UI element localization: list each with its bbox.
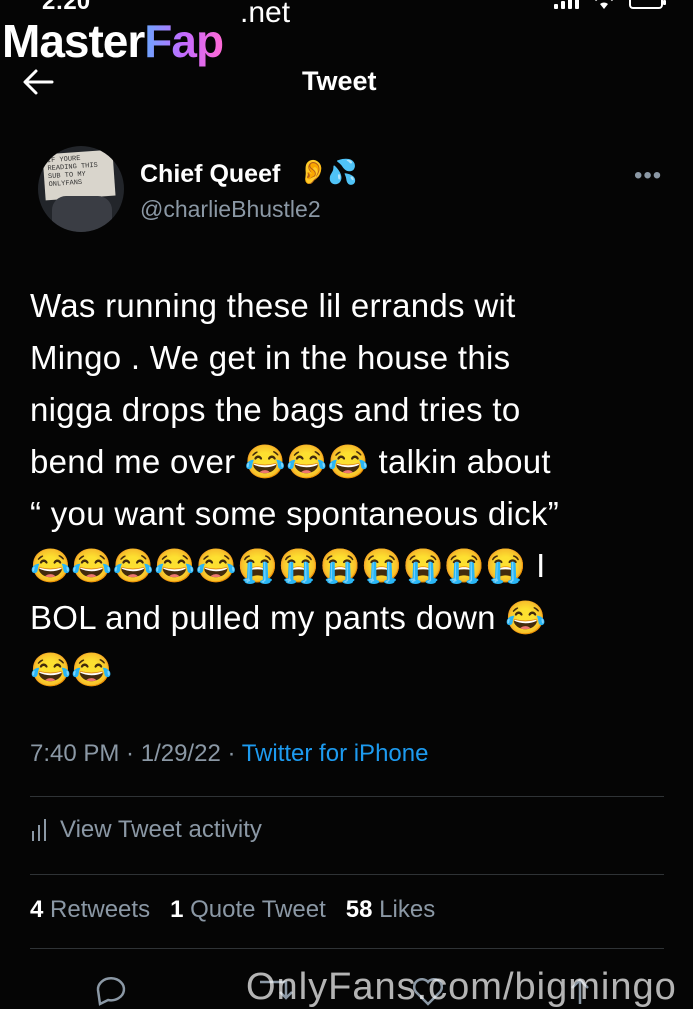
quotes-label: Quote Tweet <box>190 896 326 923</box>
retweets-label: Retweets <box>50 896 151 923</box>
avatar-figure <box>52 196 112 232</box>
quotes-count: 1 <box>170 896 184 923</box>
divider <box>30 948 664 949</box>
status-time: 2:20 <box>42 0 91 15</box>
tweet-time: 7:40 PM <box>30 740 120 767</box>
retweets-count: 4 <box>30 896 44 923</box>
likes-stat[interactable]: 58 Likes <box>346 896 435 923</box>
onlyfans-watermark: OnlyFans.com/bigmingo <box>246 966 677 1008</box>
tweet-source-link[interactable]: Twitter for iPhone <box>242 740 429 767</box>
watermark-logo: MasterFap <box>2 15 224 67</box>
avatar-sign: IF YOURE READING THIS SUB TO MY ONLYFANS <box>42 149 116 201</box>
back-arrow-icon[interactable] <box>20 66 56 98</box>
header-title: Tweet <box>302 66 377 96</box>
retweets-stat[interactable]: 4 Retweets <box>30 896 150 923</box>
avatar[interactable]: IF YOURE READING THIS SUB TO MY ONLYFANS <box>38 146 124 232</box>
divider <box>30 874 664 875</box>
tweet-stats: 4 Retweets 1 Quote Tweet 58 Likes <box>30 896 435 924</box>
tweet-date: 1/29/22 <box>140 740 221 767</box>
watermark-fap: Fap <box>144 15 224 67</box>
tweet-meta: 7:40 PM · 1/29/22 · Twitter for iPhone <box>30 740 429 767</box>
wifi-icon <box>595 0 613 9</box>
battery-icon <box>629 0 666 9</box>
more-options-icon[interactable]: ••• <box>634 162 662 190</box>
status-icons <box>554 0 666 10</box>
display-name[interactable]: Chief Queef <box>140 160 280 189</box>
watermark-tld: .net <box>240 0 291 29</box>
view-activity-label: View Tweet activity <box>60 816 262 843</box>
bar-chart-icon <box>32 819 46 841</box>
likes-label: Likes <box>379 896 436 923</box>
view-activity-button[interactable]: View Tweet activity <box>30 816 262 844</box>
watermark-master: Master <box>2 15 145 67</box>
quotes-stat[interactable]: 1 Quote Tweet <box>170 896 326 923</box>
likes-count: 58 <box>345 896 373 923</box>
tweet-text: Was running these lil errands wit Mingo … <box>30 287 560 688</box>
divider <box>30 796 664 797</box>
signal-icon <box>554 0 579 9</box>
user-handle[interactable]: @charlieBhustle2 <box>140 196 321 223</box>
name-emojis: 👂💦 <box>298 159 358 186</box>
reply-icon[interactable] <box>96 977 126 1006</box>
